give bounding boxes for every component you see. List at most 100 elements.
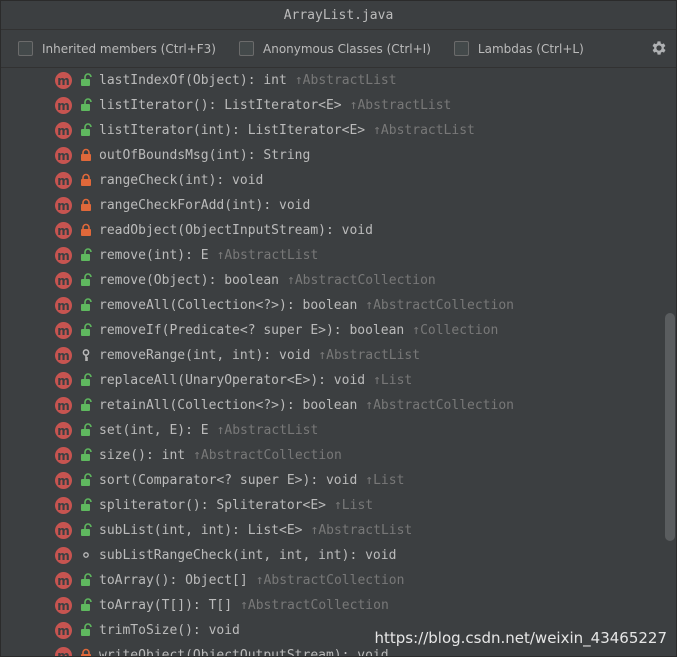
- gear-icon[interactable]: [650, 39, 668, 57]
- method-icon: m: [55, 222, 72, 239]
- inherited-from: ↑AbstractCollection: [255, 573, 405, 588]
- unlocked-icon: [81, 573, 92, 586]
- member-signature-text: sort(Comparator<? super E>): void: [99, 473, 358, 488]
- unlocked-icon: [81, 73, 92, 86]
- member-signature-text: remove(int): E: [99, 248, 209, 263]
- member-signature: subList(int, int): List<E> ↑AbstractList: [99, 518, 412, 543]
- method-icon: m: [55, 97, 72, 114]
- member-row[interactable]: m readObject(ObjectInputStream): void: [1, 218, 661, 243]
- method-icon: m: [55, 297, 72, 314]
- member-signature-text: subListRangeCheck(int, int, int): void: [99, 548, 397, 563]
- member-list[interactable]: m lastIndexOf(Object): int ↑AbstractList m l…: [1, 68, 676, 657]
- unlocked-icon: [81, 623, 92, 636]
- inherited-from: ↑AbstractList: [318, 348, 421, 363]
- member-row[interactable]: m sort(Comparator<? super E>): void ↑List: [1, 468, 661, 493]
- inherited-from: ↑AbstractList: [294, 73, 397, 88]
- inherited-from: ↑AbstractCollection: [365, 398, 514, 413]
- method-icon: m: [55, 647, 72, 656]
- inherited-from: ↑List: [365, 473, 405, 488]
- member-row[interactable]: m spliterator(): Spliterator<E> ↑List: [1, 493, 661, 518]
- vertical-scrollbar[interactable]: [665, 313, 675, 541]
- member-row[interactable]: m replaceAll(UnaryOperator<E>): void ↑List: [1, 368, 661, 393]
- member-row[interactable]: m toArray(): Object[] ↑AbstractCollection: [1, 568, 661, 593]
- unlocked-icon: [81, 298, 92, 311]
- member-signature-text: subList(int, int): List<E>: [99, 523, 303, 538]
- member-signature: size(): int ↑AbstractCollection: [99, 443, 342, 468]
- inherited-from: ↑AbstractCollection: [365, 298, 514, 313]
- member-row[interactable]: m listIterator(): ListIterator<E> ↑Abstrac…: [1, 93, 661, 118]
- member-row[interactable]: m subListRangeCheck(int, int, int): void: [1, 543, 661, 568]
- lock-icon: [81, 648, 91, 656]
- method-icon: m: [55, 272, 72, 289]
- inherited-from: ↑AbstractList: [310, 523, 413, 538]
- member-signature: removeIf(Predicate<? super E>): boolean ↑…: [99, 318, 498, 343]
- member-signature: retainAll(Collection<?>): boolean ↑Abstra…: [99, 393, 514, 418]
- member-signature: readObject(ObjectInputStream): void: [99, 218, 373, 243]
- member-row[interactable]: m subList(int, int): List<E> ↑AbstractList: [1, 518, 661, 543]
- member-signature-text: toArray(): Object[]: [99, 573, 248, 588]
- member-signature: spliterator(): Spliterator<E> ↑List: [99, 493, 373, 518]
- member-row[interactable]: m retainAll(Collection<?>): boolean ↑Abstr…: [1, 393, 661, 418]
- member-signature-text: removeIf(Predicate<? super E>): boolean: [99, 323, 405, 338]
- member-row[interactable]: m removeIf(Predicate<? super E>): boolean…: [1, 318, 661, 343]
- method-icon: m: [55, 372, 72, 389]
- key-icon: [82, 349, 90, 361]
- member-signature: set(int, E): E ↑AbstractList: [99, 418, 318, 443]
- member-row[interactable]: m set(int, E): E ↑AbstractList: [1, 418, 661, 443]
- member-row[interactable]: m remove(int): E ↑AbstractList: [1, 243, 661, 268]
- anonymous-classes-label: Anonymous Classes (Ctrl+I): [263, 41, 431, 56]
- inherited-from: ↑List: [333, 498, 374, 513]
- member-signature-text: lastIndexOf(Object): int: [99, 73, 287, 88]
- inherited-from: ↑AbstractCollection: [193, 448, 342, 463]
- member-row[interactable]: m size(): int ↑AbstractCollection: [1, 443, 661, 468]
- method-icon: m: [55, 247, 72, 264]
- member-row[interactable]: m remove(Object): boolean ↑AbstractCollect…: [1, 268, 661, 293]
- inherited-members-option[interactable]: Inherited members (Ctrl+F3): [18, 41, 216, 56]
- member-signature-text: remove(Object): boolean: [99, 273, 280, 288]
- inherited-from: ↑List: [373, 373, 413, 388]
- inherited-from: ↑AbstractList: [216, 248, 319, 263]
- method-icon: m: [55, 197, 72, 214]
- member-signature: remove(int): E ↑AbstractList: [99, 243, 318, 268]
- unlocked-icon: [81, 448, 92, 461]
- member-row[interactable]: m toArray(T[]): T[] ↑AbstractCollection: [1, 593, 661, 618]
- method-icon: m: [55, 347, 72, 364]
- member-row[interactable]: m removeRange(int, int): void ↑AbstractLis…: [1, 343, 661, 368]
- method-icon: m: [55, 622, 72, 639]
- member-row[interactable]: m rangeCheck(int): void: [1, 168, 661, 193]
- member-signature-text: listIterator(int): ListIterator<E>: [99, 123, 366, 138]
- member-signature: replaceAll(UnaryOperator<E>): void ↑List: [99, 368, 412, 393]
- member-signature: remove(Object): boolean ↑AbstractCollecti…: [99, 268, 436, 293]
- anonymous-classes-option[interactable]: Anonymous Classes (Ctrl+I): [239, 41, 431, 56]
- inherited-from: ↑AbstractCollection: [240, 598, 389, 613]
- member-signature: rangeCheckForAdd(int): void: [99, 193, 310, 218]
- popup-title: ArrayList.java: [283, 7, 394, 23]
- member-row[interactable]: m outOfBoundsMsg(int): String: [1, 143, 661, 168]
- method-icon: m: [55, 497, 72, 514]
- member-signature-text: listIterator(): ListIterator<E>: [99, 98, 342, 113]
- member-signature: lastIndexOf(Object): int ↑AbstractList: [99, 68, 397, 93]
- member-signature-text: writeObject(ObjectOutputStream): void: [99, 648, 389, 657]
- member-row[interactable]: m removeAll(Collection<?>): boolean ↑Abstr…: [1, 293, 661, 318]
- lambdas-label: Lambdas (Ctrl+L): [477, 41, 584, 56]
- method-icon: m: [55, 422, 72, 439]
- unlocked-icon: [81, 98, 92, 111]
- member-signature-text: removeRange(int, int): void: [99, 348, 311, 363]
- inherited-members-checkbox[interactable]: [18, 41, 33, 56]
- member-signature: trimToSize(): void: [99, 618, 240, 643]
- lambdas-option[interactable]: Lambdas (Ctrl+L): [453, 41, 584, 56]
- inherited-from: ↑AbstractList: [216, 423, 319, 438]
- member-signature-text: toArray(T[]): T[]: [99, 598, 233, 613]
- anonymous-classes-checkbox[interactable]: [239, 41, 254, 56]
- lambdas-checkbox[interactable]: [453, 41, 469, 56]
- method-icon: m: [55, 397, 72, 414]
- member-signature-text: trimToSize(): void: [99, 623, 240, 638]
- lock-icon: [81, 148, 91, 161]
- member-row[interactable]: m listIterator(int): ListIterator<E> ↑Abst…: [1, 118, 661, 143]
- member-row[interactable]: m rangeCheckForAdd(int): void: [1, 193, 661, 218]
- member-row[interactable]: m lastIndexOf(Object): int ↑AbstractList: [1, 68, 661, 93]
- member-signature-text: spliterator(): Spliterator<E>: [99, 498, 326, 513]
- member-signature: toArray(): Object[] ↑AbstractCollection: [99, 568, 404, 593]
- member-signature-text: retainAll(Collection<?>): boolean: [99, 398, 358, 413]
- inherited-members-label: Inherited members (Ctrl+F3): [42, 41, 216, 56]
